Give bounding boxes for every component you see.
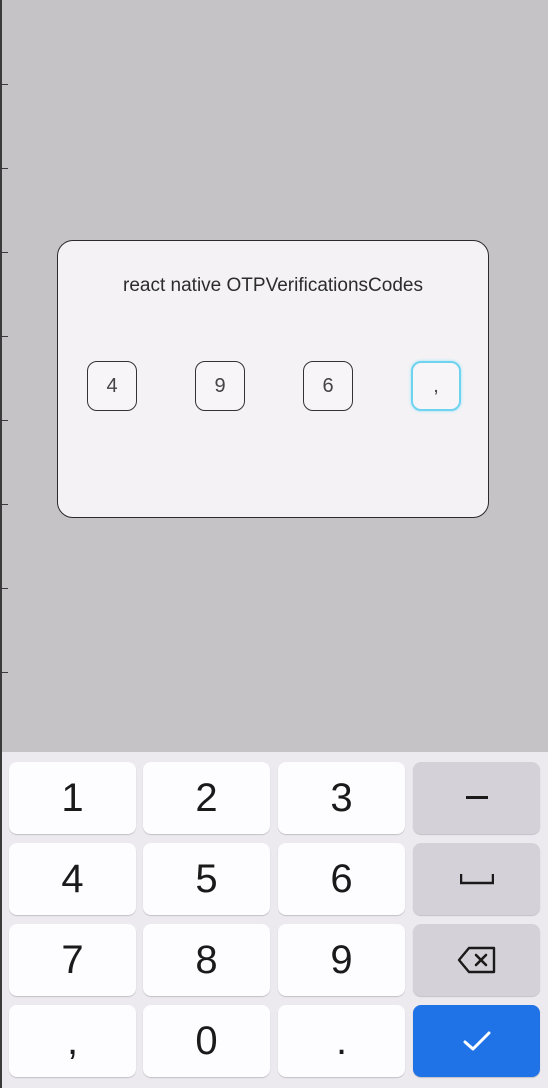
- key-label: 7: [61, 938, 84, 982]
- key-9[interactable]: 9: [278, 924, 405, 996]
- key-1[interactable]: 1: [9, 762, 136, 834]
- key-label: .: [335, 1019, 348, 1063]
- key-backspace[interactable]: [413, 924, 540, 996]
- otp-digit-1[interactable]: 4: [87, 361, 137, 411]
- otp-input-row: 4 9 6 ,: [58, 361, 490, 415]
- key-done[interactable]: [413, 1005, 540, 1077]
- space-icon: [459, 874, 494, 885]
- key-7[interactable]: 7: [9, 924, 136, 996]
- edge-tick: [0, 252, 8, 253]
- key-label: 8: [195, 938, 218, 982]
- key-label: ,: [66, 1019, 79, 1063]
- key-label: 6: [330, 857, 353, 901]
- edge-tick: [0, 672, 8, 673]
- numeric-keyboard: 1 2 3 4 5 6 7 8 9 , 0 .: [2, 752, 548, 1088]
- minus-icon: [465, 796, 488, 799]
- key-5[interactable]: 5: [143, 843, 270, 915]
- edge-tick: [0, 420, 8, 421]
- key-label: 0: [195, 1019, 218, 1063]
- checkmark-icon: [463, 1031, 490, 1051]
- key-space[interactable]: [413, 843, 540, 915]
- edge-tick: [0, 588, 8, 589]
- key-comma[interactable]: ,: [9, 1005, 136, 1077]
- edge-tick: [0, 168, 8, 169]
- otp-card-title: react native OTPVerificationsCodes: [123, 275, 423, 296]
- edge-tick: [0, 504, 8, 505]
- key-label: 1: [61, 776, 84, 820]
- key-period[interactable]: .: [278, 1005, 405, 1077]
- backspace-icon: [457, 946, 495, 974]
- key-label: 5: [195, 857, 218, 901]
- edge-tick: [0, 84, 8, 85]
- key-8[interactable]: 8: [143, 924, 270, 996]
- key-label: 3: [330, 776, 353, 820]
- otp-digit-3[interactable]: 6: [303, 361, 353, 411]
- key-0[interactable]: 0: [143, 1005, 270, 1077]
- key-label: 9: [330, 938, 353, 982]
- otp-digit-4[interactable]: ,: [411, 361, 461, 411]
- key-4[interactable]: 4: [9, 843, 136, 915]
- key-2[interactable]: 2: [143, 762, 270, 834]
- otp-digit-2[interactable]: 9: [195, 361, 245, 411]
- key-minus[interactable]: [413, 762, 540, 834]
- key-label: 4: [61, 857, 84, 901]
- otp-card: react native OTPVerificationsCodes 4 9 6…: [57, 240, 489, 518]
- key-3[interactable]: 3: [278, 762, 405, 834]
- key-label: 2: [195, 776, 218, 820]
- key-6[interactable]: 6: [278, 843, 405, 915]
- screen: react native OTPVerificationsCodes 4 9 6…: [0, 0, 548, 1088]
- edge-tick: [0, 336, 8, 337]
